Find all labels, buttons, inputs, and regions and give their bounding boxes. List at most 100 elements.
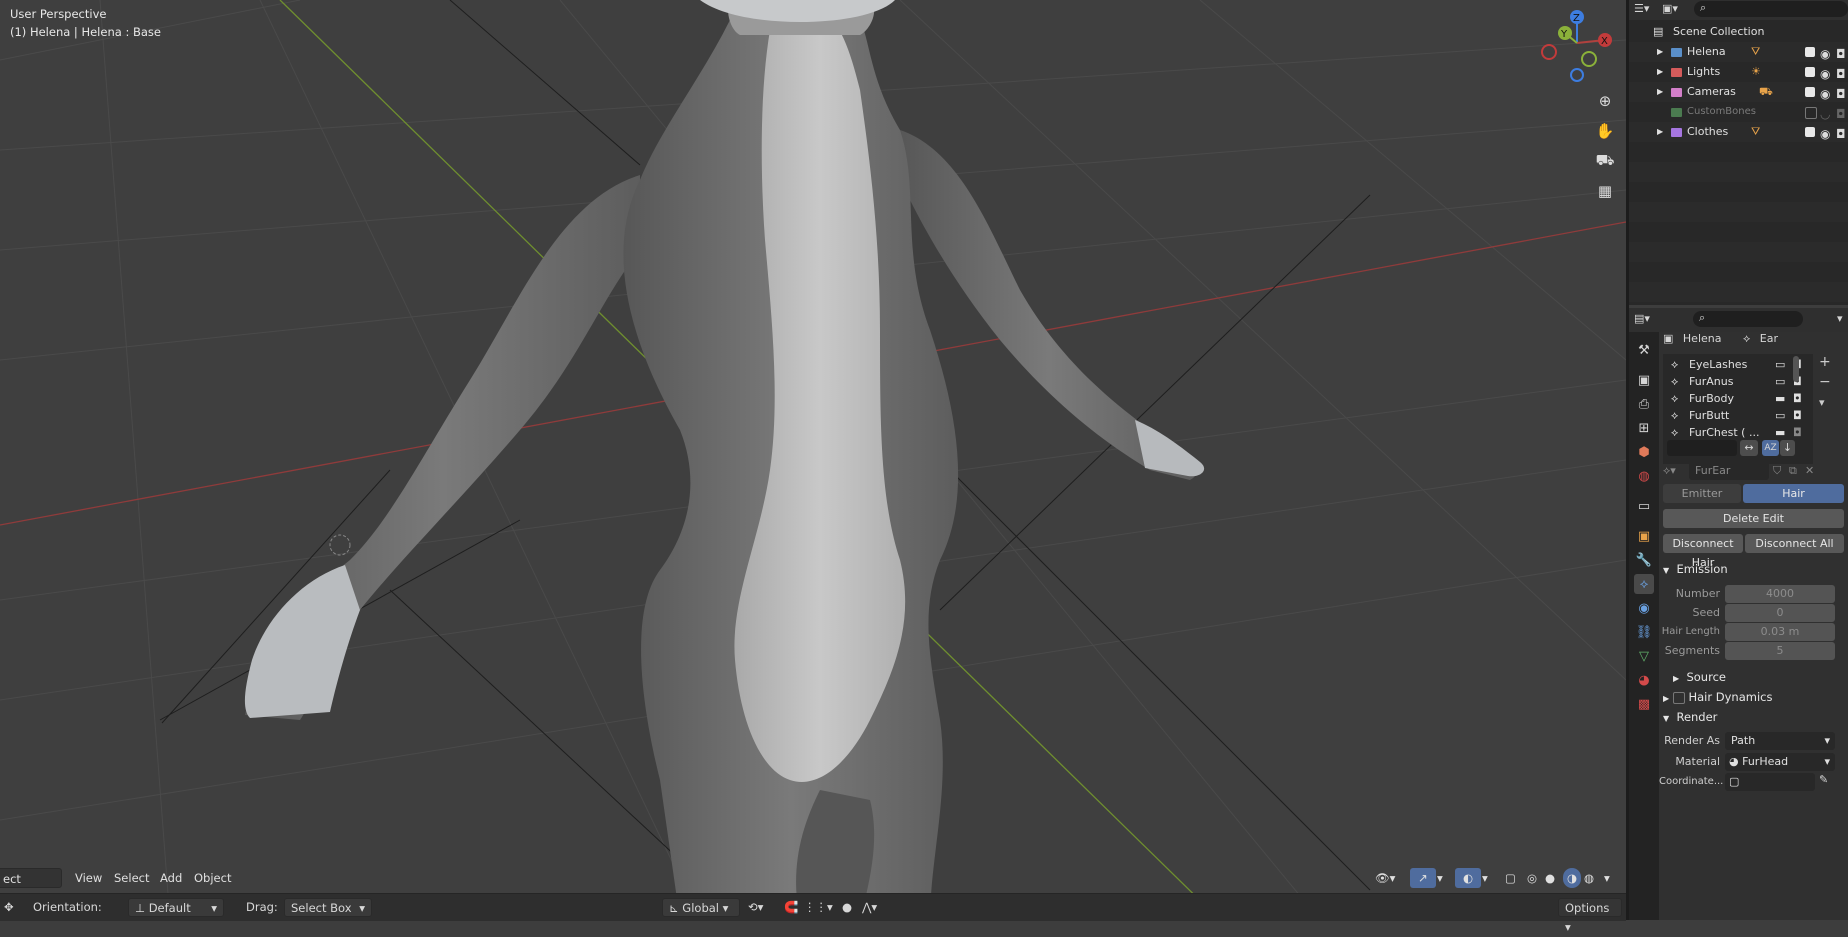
remove-slot-icon[interactable]: − bbox=[1819, 374, 1841, 394]
shading-dropdown-icon[interactable]: ▾ bbox=[1604, 868, 1610, 888]
object-tab-icon[interactable]: ▣ bbox=[1634, 526, 1654, 546]
type-emitter-tab[interactable]: Emitter bbox=[1663, 484, 1741, 503]
pan-hand-icon[interactable]: ✋ bbox=[1592, 118, 1618, 144]
snap-target-icon[interactable]: ⋮⋮▾ bbox=[804, 898, 833, 917]
particle-settings-name[interactable]: FurEar bbox=[1689, 462, 1769, 480]
add-slot-icon[interactable]: + bbox=[1819, 354, 1841, 374]
monitor-icon[interactable]: ▬ bbox=[1775, 424, 1785, 441]
xray-icon[interactable]: ▢ bbox=[1505, 868, 1516, 888]
display-mode-icon[interactable]: ☰▾ bbox=[1634, 2, 1649, 15]
view-layer-tab-icon[interactable]: ⊞ bbox=[1634, 418, 1654, 438]
navigation-gizmo[interactable]: Z Y X bbox=[1535, 5, 1625, 85]
options-dropdown[interactable]: Options ▾ bbox=[1558, 898, 1622, 934]
output-tab-icon[interactable]: ⎙ bbox=[1634, 394, 1654, 414]
list-specials-icon[interactable]: ▾ bbox=[1819, 396, 1825, 409]
eye-icon[interactable]: ◉ bbox=[1820, 44, 1830, 64]
sort-reverse-icon[interactable]: ↓ bbox=[1780, 440, 1795, 456]
type-hair-tab[interactable]: Hair bbox=[1743, 484, 1844, 503]
outliner-item-helena[interactable]: ▶ Helena ⛛ ◉ ◘ bbox=[1629, 42, 1848, 62]
seed-field[interactable]: 0 bbox=[1725, 604, 1835, 622]
solid-shading-icon[interactable]: ● bbox=[1545, 868, 1555, 888]
hair-dynamics-checkbox[interactable] bbox=[1672, 691, 1685, 704]
scene-collection-row[interactable]: ▤ Scene Collection bbox=[1629, 22, 1848, 42]
list-item[interactable]: ⟡ FurChest ( ... ▬ ◘ bbox=[1663, 424, 1813, 441]
zoom-icon[interactable]: ⊕ bbox=[1592, 88, 1618, 114]
render-tab-icon[interactable]: ▣ bbox=[1634, 370, 1654, 390]
eye-icon[interactable]: ◉ bbox=[1820, 84, 1830, 104]
filter-invert-icon[interactable]: ↔ bbox=[1740, 440, 1758, 456]
coordinate-object-field[interactable]: ▢ bbox=[1725, 773, 1815, 791]
chevron-down-icon[interactable]: ▾ bbox=[1837, 312, 1843, 325]
data-tab-icon[interactable]: ▽ bbox=[1634, 646, 1654, 666]
expand-arrow-icon[interactable]: ▶ bbox=[1657, 82, 1663, 102]
include-checkbox[interactable] bbox=[1805, 87, 1815, 97]
eye-closed-icon[interactable]: ◡ bbox=[1820, 104, 1830, 124]
list-item[interactable]: ⟡ FurBody ▬ ◘ bbox=[1663, 390, 1813, 407]
include-checkbox[interactable] bbox=[1805, 47, 1815, 57]
texture-tab-icon[interactable]: ▩ bbox=[1634, 694, 1654, 714]
monitor-icon[interactable]: ▭ bbox=[1775, 356, 1785, 373]
camera-icon[interactable]: ◘ bbox=[1793, 424, 1802, 441]
ortho-grid-icon[interactable]: ▦ bbox=[1592, 178, 1618, 204]
list-item[interactable]: ⟡ FurButt ▭ ◘ bbox=[1663, 407, 1813, 424]
properties-search-input[interactable]: ⌕ bbox=[1693, 311, 1803, 327]
include-checkbox[interactable] bbox=[1805, 107, 1817, 119]
menu-view[interactable]: View bbox=[75, 868, 102, 888]
gizmo-dropdown-icon[interactable]: ▾ bbox=[1437, 868, 1443, 888]
close-icon[interactable]: ✕ bbox=[1805, 464, 1814, 477]
outliner-item-lights[interactable]: ▶ Lights ☀ ◉ ◘ bbox=[1629, 62, 1848, 82]
transform-icon[interactable]: ✥ bbox=[4, 898, 14, 917]
monitor-icon[interactable]: ▬ bbox=[1775, 390, 1785, 407]
scene-tab-icon[interactable]: ⬢ bbox=[1634, 442, 1654, 462]
emission-panel-header[interactable]: ▼ Emission bbox=[1663, 559, 1728, 579]
expand-arrow-icon[interactable]: ▶ bbox=[1657, 62, 1663, 82]
world-tab-icon[interactable]: ◍ bbox=[1634, 466, 1654, 486]
camera-icon[interactable]: ◘ bbox=[1836, 124, 1846, 144]
monitor-icon[interactable]: ▭ bbox=[1775, 373, 1785, 390]
sort-alpha-icon[interactable]: AZ bbox=[1762, 440, 1779, 456]
proportional-edit-icon[interactable]: ● bbox=[842, 898, 852, 917]
camera-icon[interactable]: ◘ bbox=[1836, 44, 1846, 64]
camera-view-icon[interactable]: ⛟ bbox=[1592, 148, 1618, 174]
filter-icon[interactable]: ▣▾ bbox=[1662, 2, 1678, 15]
fake-user-icon[interactable]: ⛉ bbox=[1773, 464, 1781, 478]
disconnect-all-button[interactable]: Disconnect All bbox=[1745, 534, 1844, 553]
list-scrollbar[interactable] bbox=[1793, 356, 1799, 382]
delete-edit-button[interactable]: Delete Edit bbox=[1663, 509, 1844, 528]
particles-tab-icon[interactable]: ⟡ bbox=[1634, 574, 1654, 594]
duplicate-icon[interactable]: ⧉ bbox=[1789, 464, 1797, 478]
camera-icon[interactable]: ◘ bbox=[1793, 390, 1802, 407]
disconnect-hair-button[interactable]: Disconnect Hair bbox=[1663, 534, 1743, 569]
include-checkbox[interactable] bbox=[1805, 127, 1815, 137]
mode-dropdown[interactable]: ect Mode ▾ bbox=[0, 868, 62, 906]
camera-icon[interactable]: ◘ bbox=[1793, 407, 1802, 424]
wireframe-shading-icon[interactable]: ◎ bbox=[1527, 868, 1537, 888]
number-field[interactable]: 4000 bbox=[1725, 585, 1835, 603]
hair-length-field[interactable]: 0.03 m bbox=[1725, 623, 1835, 641]
segments-field[interactable]: 5 bbox=[1725, 642, 1835, 660]
physics-tab-icon[interactable]: ◉ bbox=[1634, 598, 1654, 618]
list-item[interactable]: ⟡FurAnus▭◘ bbox=[1663, 373, 1813, 390]
camera-icon[interactable]: ◘ bbox=[1836, 104, 1846, 124]
overlays-dropdown-icon[interactable]: ▾ bbox=[1482, 868, 1488, 888]
modifier-tab-icon[interactable]: 🔧 bbox=[1634, 550, 1654, 570]
include-checkbox[interactable] bbox=[1805, 67, 1815, 77]
material-tab-icon[interactable]: ◕ bbox=[1634, 670, 1654, 690]
transform-orientation-dropdown[interactable]: ⊾ Global ▾ bbox=[662, 898, 740, 917]
menu-object[interactable]: Object bbox=[194, 868, 231, 888]
pivot-point-icon[interactable]: ⟲▾ bbox=[748, 898, 763, 917]
monitor-icon[interactable]: ▭ bbox=[1775, 407, 1785, 424]
gizmo-toggle-icon[interactable]: ↗ bbox=[1410, 868, 1436, 888]
expand-arrow-icon[interactable]: ▶ bbox=[1657, 42, 1663, 62]
outliner-item-custombones[interactable]: CustomBones ◡ ◘ bbox=[1629, 102, 1848, 122]
material-shading-icon[interactable]: ◑ bbox=[1563, 868, 1581, 888]
source-subpanel-header[interactable]: ▶ Source bbox=[1673, 667, 1726, 687]
falloff-icon[interactable]: ⋀▾ bbox=[862, 898, 877, 917]
tool-tab-icon[interactable]: ⚒ bbox=[1634, 340, 1654, 360]
menu-add[interactable]: Add bbox=[160, 868, 182, 888]
drag-dropdown[interactable]: Select Box ▾ bbox=[284, 898, 372, 917]
material-dropdown[interactable]: ◕ FurHead ▾ bbox=[1725, 753, 1835, 771]
hair-dynamics-panel-header[interactable]: ▶ Hair Dynamics bbox=[1663, 687, 1772, 707]
collection-tab-icon[interactable]: ▭ bbox=[1634, 496, 1654, 516]
editor-type-icon[interactable]: ▤▾ bbox=[1634, 312, 1650, 325]
